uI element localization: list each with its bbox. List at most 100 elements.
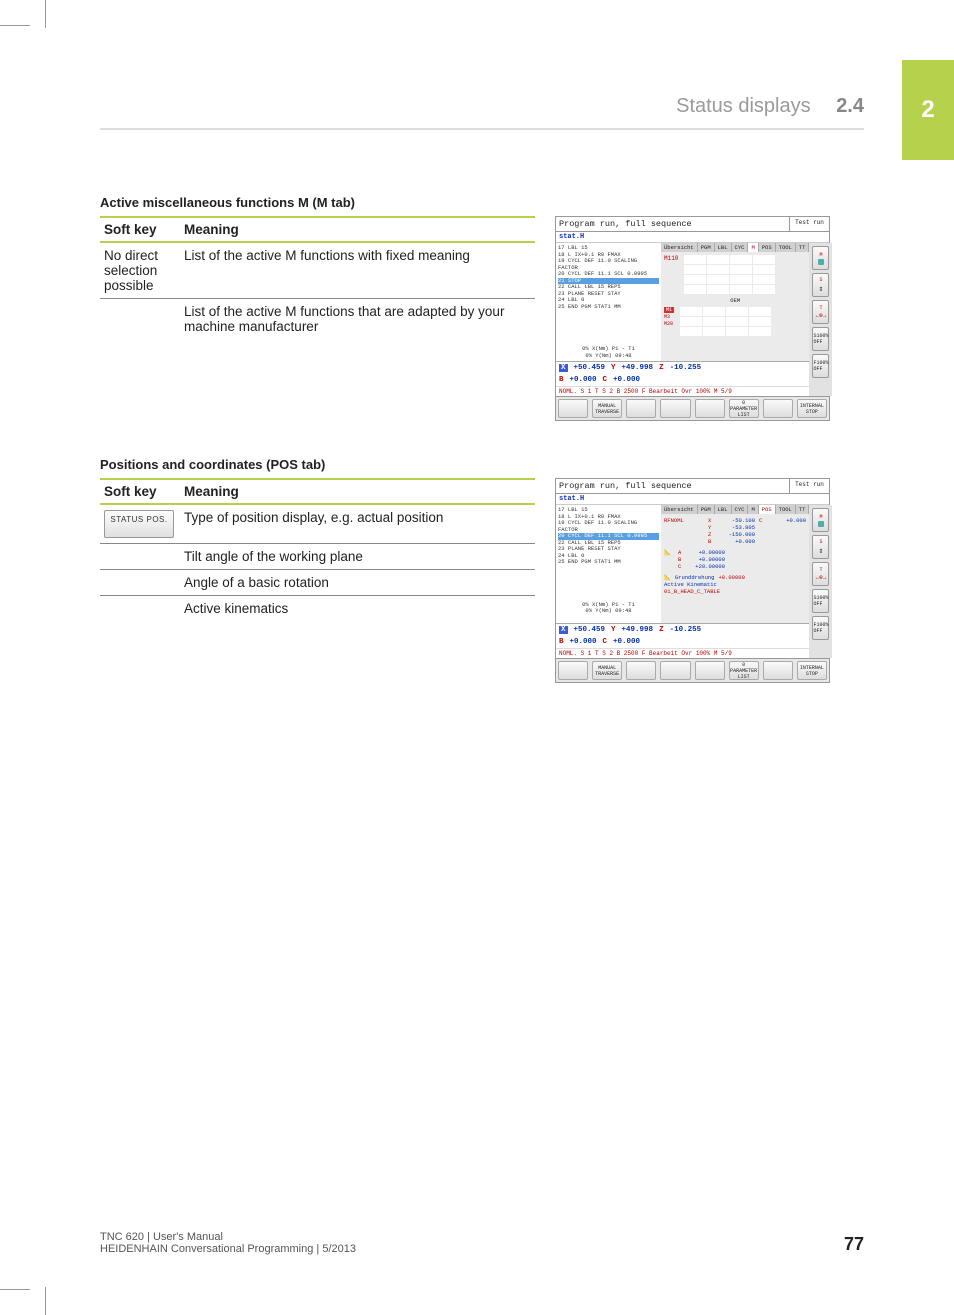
softkey bbox=[695, 399, 725, 418]
softkey-status-pos: STATUS POS. bbox=[104, 510, 174, 538]
tab: PGM bbox=[698, 243, 715, 252]
coord-row-2: B+0.000 C+0.000 bbox=[556, 636, 809, 648]
table-row: Tilt angle of the working plane bbox=[100, 544, 535, 570]
softkey-cell: No direct selection possible bbox=[100, 242, 180, 299]
softkey-cell bbox=[100, 299, 180, 340]
m-grid-right bbox=[680, 307, 771, 336]
softkey bbox=[695, 661, 725, 680]
oem-label: OEM bbox=[664, 297, 806, 304]
softkey bbox=[763, 399, 793, 418]
right-button: S⇕ bbox=[812, 535, 829, 559]
crop-mark bbox=[0, 25, 30, 26]
right-button-f100: F100% OFF bbox=[812, 354, 829, 378]
col-header-meaning: Meaning bbox=[180, 217, 535, 242]
scr-title: Program run, full sequence bbox=[556, 217, 789, 232]
softkey: 0 PARAMETER LIST bbox=[729, 399, 759, 418]
pos-header: RFNOML bbox=[664, 517, 704, 524]
meaning-cell: Type of position display, e.g. actual po… bbox=[180, 504, 535, 544]
section-title-m: Active miscellaneous functions M (M tab) bbox=[100, 195, 864, 210]
tab: M bbox=[748, 505, 758, 514]
meaning-cell: Angle of a basic rotation bbox=[180, 570, 535, 596]
right-button: M bbox=[812, 246, 829, 270]
right-button: T←⊕→ bbox=[812, 300, 829, 324]
tab: LBL bbox=[715, 505, 732, 514]
right-button: S⇕ bbox=[812, 273, 829, 297]
header-title: Status displays bbox=[676, 95, 811, 117]
page-number: 77 bbox=[844, 1234, 864, 1255]
meaning-cell: Tilt angle of the working plane bbox=[180, 544, 535, 570]
coord-z: -10.255 bbox=[670, 364, 702, 372]
right-button-f100: F100% OFF bbox=[812, 616, 829, 640]
coord-row-1: X+50.459 Y+49.998 Z-10.255 bbox=[556, 623, 809, 636]
program-listing: 17 LBL 15 18 L IX+0.1 R0 FMAX 19 CYCL DE… bbox=[556, 243, 661, 361]
tab-content-m: M110 OEM bbox=[661, 252, 809, 361]
header-section-number: 2.4 bbox=[836, 95, 864, 117]
scr-title: Program run, full sequence bbox=[556, 479, 789, 494]
scr-subtitle: stat.H bbox=[556, 232, 829, 243]
tab: TT bbox=[796, 243, 810, 252]
softkey bbox=[763, 661, 793, 680]
kinematic-value: 01_B_HEAD_C_TABLE bbox=[664, 588, 806, 595]
pos-tab-table: Soft key Meaning STATUS POS. Type of pos… bbox=[100, 478, 535, 621]
tab: CYC bbox=[732, 243, 749, 252]
right-button-s100: S100% OFF bbox=[812, 327, 829, 351]
meaning-cell: List of the active M functions with fixe… bbox=[180, 242, 535, 299]
col-header-softkey: Soft key bbox=[100, 479, 180, 504]
graphics-line: 0% Y(Nm) 09:48 bbox=[558, 608, 659, 615]
m-grid-left bbox=[684, 255, 775, 294]
softkey: MANUAL TRAVERSE bbox=[592, 661, 622, 680]
col-header-meaning: Meaning bbox=[180, 479, 535, 504]
basic-rotation-value: +0.00000 bbox=[718, 574, 744, 581]
right-button: T←⊕→ bbox=[812, 562, 829, 586]
coord-y: +49.998 bbox=[622, 364, 654, 372]
right-button-column: M S⇕ T←⊕→ S100% OFF F100% OFF bbox=[809, 505, 832, 658]
table-row: No direct selection possible List of the… bbox=[100, 242, 535, 299]
softkey bbox=[558, 399, 588, 418]
scr-tabs: Übersicht PGM LBL CYC M POS TOOL TT bbox=[661, 243, 809, 252]
table-row: Angle of a basic rotation bbox=[100, 570, 535, 596]
softkey: INTERNAL STOP bbox=[797, 661, 827, 680]
scr-subtitle: stat.H bbox=[556, 494, 829, 505]
section-title-pos: Positions and coordinates (POS tab) bbox=[100, 457, 864, 472]
coord-row-1: X+50.459 Y+49.998 Z-10.255 bbox=[556, 361, 809, 374]
chapter-tab: 2 bbox=[902, 60, 954, 160]
footer-line-2: HEIDENHAIN Conversational Programming | … bbox=[100, 1243, 356, 1255]
screenshot-pos-tab: Program run, full sequence Test run stat… bbox=[555, 478, 830, 683]
softkey: MANUAL TRAVERSE bbox=[592, 399, 622, 418]
softkey: INTERNAL STOP bbox=[797, 399, 827, 418]
coord-row-2: B+0.000 C+0.000 bbox=[556, 374, 809, 386]
crop-mark bbox=[45, 0, 46, 28]
coord-x: +50.459 bbox=[574, 364, 606, 372]
crop-mark bbox=[0, 1289, 30, 1290]
status-line: NOML. S 1 T S 2 B 2500 F Bearbeit Ovr 10… bbox=[556, 386, 809, 396]
softkey-row: MANUAL TRAVERSE 0 PARAMETER LIST INTERNA… bbox=[556, 396, 829, 420]
tab: TT bbox=[796, 505, 810, 514]
graphics-line: 0% Y(Nm) 09:48 bbox=[558, 353, 659, 360]
prog-line: 25 END PGM STAT1 MM bbox=[558, 304, 659, 311]
tab: LBL bbox=[715, 243, 732, 252]
table-row: List of the active M functions that are … bbox=[100, 299, 535, 340]
tab: POS bbox=[759, 243, 776, 252]
softkey bbox=[626, 399, 656, 418]
tab: TOOL bbox=[776, 505, 796, 514]
right-button-column: M S⇕ T←⊕→ S100% OFF F100% OFF bbox=[809, 243, 832, 396]
coord-b: +0.000 bbox=[570, 376, 597, 384]
tab-active: POS bbox=[759, 505, 776, 514]
coord-c: +0.000 bbox=[613, 638, 640, 646]
softkey-row: MANUAL TRAVERSE 0 PARAMETER LIST INTERNA… bbox=[556, 658, 829, 682]
table-row: Active kinematics bbox=[100, 596, 535, 622]
tab-content-pos: RFNOMLX-50.100C+0.000 Y-53.805 Z-150.000… bbox=[661, 514, 809, 623]
basic-rotation-label: Grunddrehung bbox=[675, 574, 715, 581]
m-item: M28 bbox=[664, 321, 674, 327]
tab-active: M bbox=[748, 243, 758, 252]
status-line: NOML. S 1 T S 2 B 2500 F Bearbeit Ovr 10… bbox=[556, 648, 809, 658]
footer-line-1: TNC 620 | User's Manual bbox=[100, 1231, 356, 1243]
prog-line: 25 END PGM STAT1 MM bbox=[558, 559, 659, 566]
softkey: 0 PARAMETER LIST bbox=[729, 661, 759, 680]
meaning-cell: List of the active M functions that are … bbox=[180, 299, 535, 340]
coord-z: -10.255 bbox=[670, 626, 702, 634]
m-tab-table: Soft key Meaning No direct selection pos… bbox=[100, 216, 535, 339]
softkey bbox=[558, 661, 588, 680]
screenshot-m-tab: Program run, full sequence Test run stat… bbox=[555, 216, 830, 421]
softkey bbox=[660, 661, 690, 680]
